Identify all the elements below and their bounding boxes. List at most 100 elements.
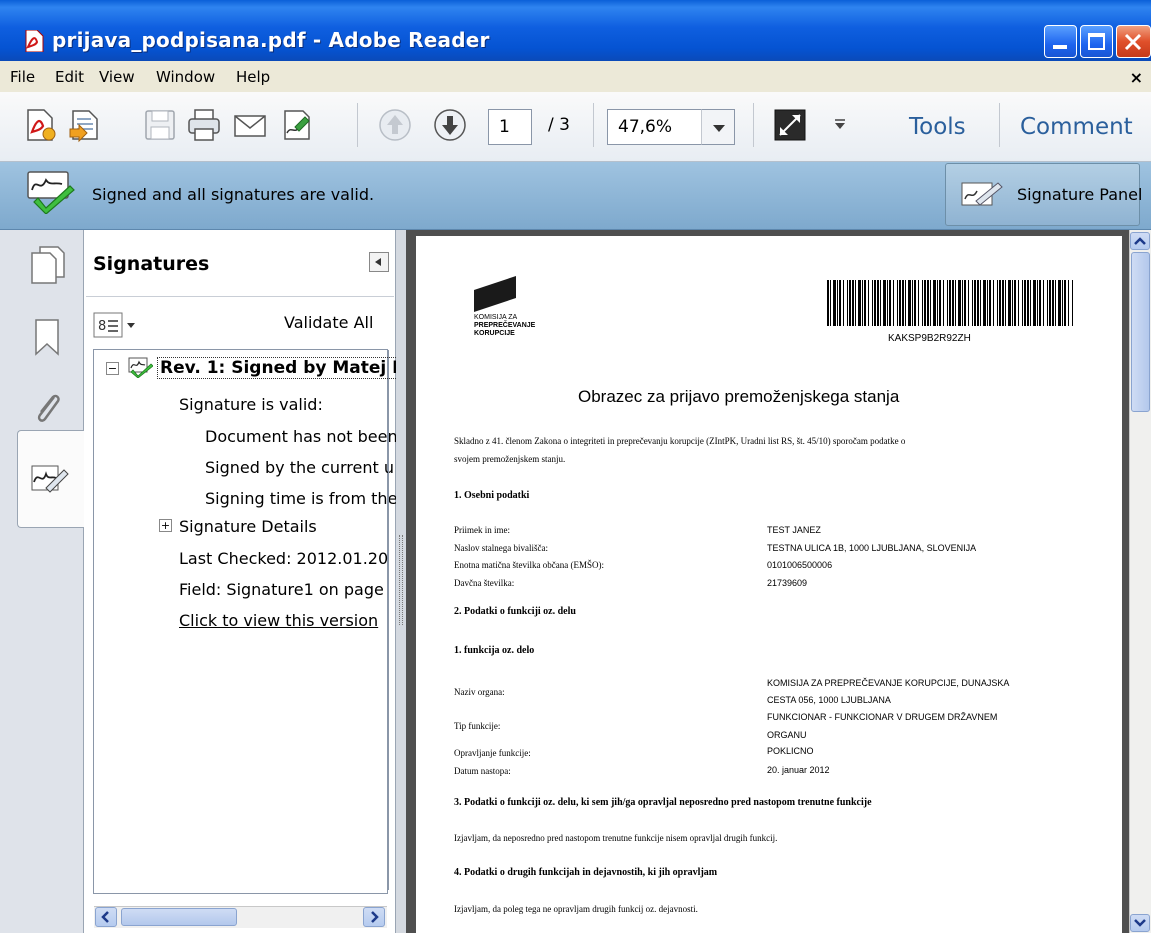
- maximize-button[interactable]: [1080, 25, 1113, 58]
- save-icon[interactable]: [142, 107, 178, 143]
- valid-signature-icon: [27, 171, 75, 214]
- barcode-bar: [918, 280, 919, 326]
- zoom-input[interactable]: 47,6%: [607, 109, 702, 145]
- barcode-bar: [964, 280, 966, 326]
- barcode-bar: [880, 280, 881, 326]
- barcode-bar: [887, 280, 888, 326]
- signature-status-detail[interactable]: Document has not been: [205, 427, 398, 446]
- field-value: ORGANU: [767, 730, 807, 740]
- tools-pane-button[interactable]: Tools: [909, 114, 966, 140]
- validate-all-button[interactable]: Validate All: [284, 313, 373, 332]
- barcode-bar: [955, 280, 956, 326]
- toolbar-separator: [999, 103, 1000, 147]
- field-label: Datum nastopa:: [454, 766, 511, 776]
- barcode-bar: [1043, 280, 1044, 326]
- scroll-right-button[interactable]: [363, 907, 385, 927]
- panel-scroll-thumb[interactable]: [121, 908, 237, 926]
- adobe-reader-window: prijava_podpisana.pdf - Adobe Reader Fil…: [0, 0, 1151, 933]
- create-pdf-icon[interactable]: [22, 107, 58, 143]
- field-label: Opravljanje funkcije:: [454, 748, 531, 758]
- toolbar-separator: [753, 103, 754, 147]
- signature-status-detail[interactable]: Signed by the current u: [205, 458, 394, 477]
- barcode-bar: [1018, 280, 1019, 326]
- barcode-bar: [943, 280, 944, 326]
- barcode-bar: [847, 280, 848, 326]
- barcode-bar: [864, 280, 866, 326]
- section-heading: 2. Podatki o funkciji oz. delu: [454, 606, 576, 617]
- menu-file[interactable]: File: [10, 68, 35, 86]
- minimize-button[interactable]: [1044, 25, 1077, 58]
- collapse-revision-button[interactable]: −: [106, 362, 119, 375]
- close-window-button[interactable]: [1116, 25, 1151, 58]
- previous-page-icon[interactable]: [377, 107, 413, 143]
- pages-icon[interactable]: [28, 245, 68, 285]
- barcode-bar: [872, 280, 873, 326]
- maximize-icon: [1088, 33, 1105, 50]
- splitter-grip[interactable]: [399, 535, 403, 625]
- barcode-bar: [1064, 280, 1066, 326]
- barcode-bar: [1052, 280, 1054, 326]
- barcode-bar: [952, 280, 954, 326]
- signature-field[interactable]: Field: Signature1 on page: [179, 580, 384, 599]
- scroll-up-button[interactable]: [1130, 232, 1150, 250]
- form-title: Obrazec za prijavo premoženjskega stanja: [578, 387, 900, 406]
- options-menu-button[interactable]: 8: [93, 312, 139, 338]
- view-version-link[interactable]: Click to view this version: [179, 611, 378, 630]
- menu-edit[interactable]: Edit: [55, 68, 84, 86]
- sign-icon[interactable]: [279, 107, 315, 143]
- page-number-input[interactable]: 1: [488, 109, 532, 145]
- barcode-bar: [958, 280, 961, 326]
- expand-details-button[interactable]: +: [159, 519, 172, 532]
- document-close-button[interactable]: ×: [1130, 68, 1143, 87]
- barcode-bar: [874, 280, 876, 326]
- barcode-bar: [1033, 280, 1036, 326]
- comment-pane-button[interactable]: Comment: [1020, 114, 1133, 140]
- next-page-icon[interactable]: [432, 107, 468, 143]
- intro-text: Skladno z 41. členom Zakona o integritet…: [454, 436, 906, 446]
- barcode-bar: [1005, 280, 1006, 326]
- zoom-dropdown-button[interactable]: [701, 109, 735, 145]
- chevron-down-icon: [1134, 919, 1146, 927]
- signature-status[interactable]: Signature is valid:: [179, 395, 323, 414]
- svg-text:8: 8: [98, 319, 106, 334]
- attachments-icon[interactable]: [28, 389, 68, 429]
- barcode-bar: [1012, 280, 1013, 326]
- barcode-bar: [989, 280, 991, 326]
- signature-revision[interactable]: Rev. 1: Signed by Matej K: [157, 357, 409, 379]
- email-icon[interactable]: [232, 107, 268, 143]
- signature-status-detail[interactable]: Signing time is from the: [205, 489, 397, 508]
- section-heading: 3. Podatki o funkciji oz. delu, ki sem j…: [454, 797, 872, 808]
- open-icon[interactable]: [67, 107, 103, 143]
- scroll-down-button[interactable]: [1130, 914, 1150, 932]
- barcode-bar: [1058, 280, 1061, 326]
- barcode-bar: [1027, 280, 1029, 326]
- subsection-heading: 1. funkcija oz. delo: [454, 645, 535, 656]
- menu-window[interactable]: Window: [156, 68, 215, 86]
- last-checked[interactable]: Last Checked: 2012.01.20: [179, 549, 388, 568]
- pdf-icon: [25, 30, 44, 52]
- toolbar-more-icon[interactable]: [834, 118, 846, 130]
- field-value: CESTA 056, 1000 LJUBLJANA: [767, 695, 891, 705]
- panel-divider: [86, 296, 394, 297]
- barcode-bar: [1062, 280, 1063, 326]
- collapse-panel-button[interactable]: [369, 252, 389, 272]
- bookmarks-icon[interactable]: [28, 316, 68, 356]
- barcode: [827, 280, 1075, 326]
- barcode-bar: [893, 280, 894, 326]
- field-label: Enotna matična številka občana (EMŠO):: [454, 560, 604, 570]
- fit-page-icon[interactable]: [772, 107, 808, 143]
- menu-view[interactable]: View: [99, 68, 135, 86]
- signature-details[interactable]: Signature Details: [179, 517, 317, 536]
- field-value: 0101006500006: [767, 560, 833, 570]
- barcode-bar: [930, 280, 931, 326]
- barcode-bar: [933, 280, 936, 326]
- menu-help[interactable]: Help: [236, 68, 270, 86]
- barcode-bar: [883, 280, 886, 326]
- window-title: prijava_podpisana.pdf - Adobe Reader: [52, 28, 490, 52]
- print-icon[interactable]: [186, 107, 222, 143]
- minimize-icon: [1053, 45, 1067, 49]
- barcode-bar: [974, 280, 976, 326]
- signature-status-message: Signed and all signatures are valid.: [92, 185, 375, 204]
- document-scroll-thumb[interactable]: [1131, 252, 1150, 412]
- scroll-left-button[interactable]: [95, 907, 117, 927]
